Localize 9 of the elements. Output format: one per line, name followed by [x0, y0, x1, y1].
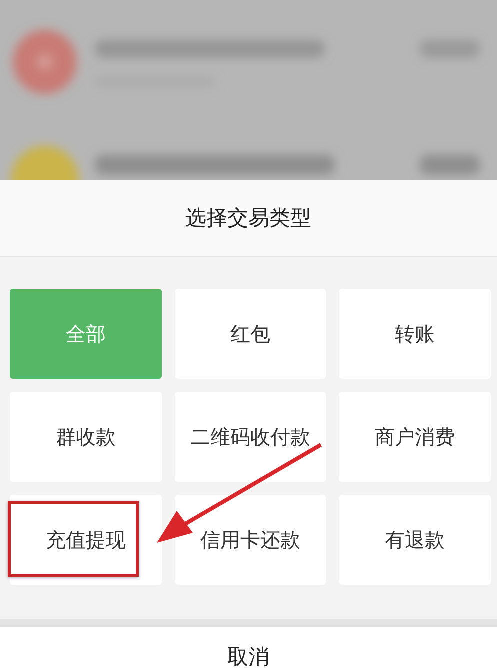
type-option[interactable]: 有退款 — [339, 495, 491, 585]
type-option[interactable]: 二维码收付款 — [175, 392, 326, 482]
type-option[interactable]: 信用卡还款 — [175, 495, 326, 585]
type-option[interactable]: 红包 — [175, 289, 326, 379]
type-option[interactable]: 充值提现 — [10, 495, 162, 585]
sheet-title: 选择交易类型 — [0, 180, 497, 257]
type-option[interactable]: 群收款 — [10, 392, 162, 482]
type-option[interactable]: 转账 — [339, 289, 491, 379]
type-option[interactable]: 商户消费 — [339, 392, 491, 482]
